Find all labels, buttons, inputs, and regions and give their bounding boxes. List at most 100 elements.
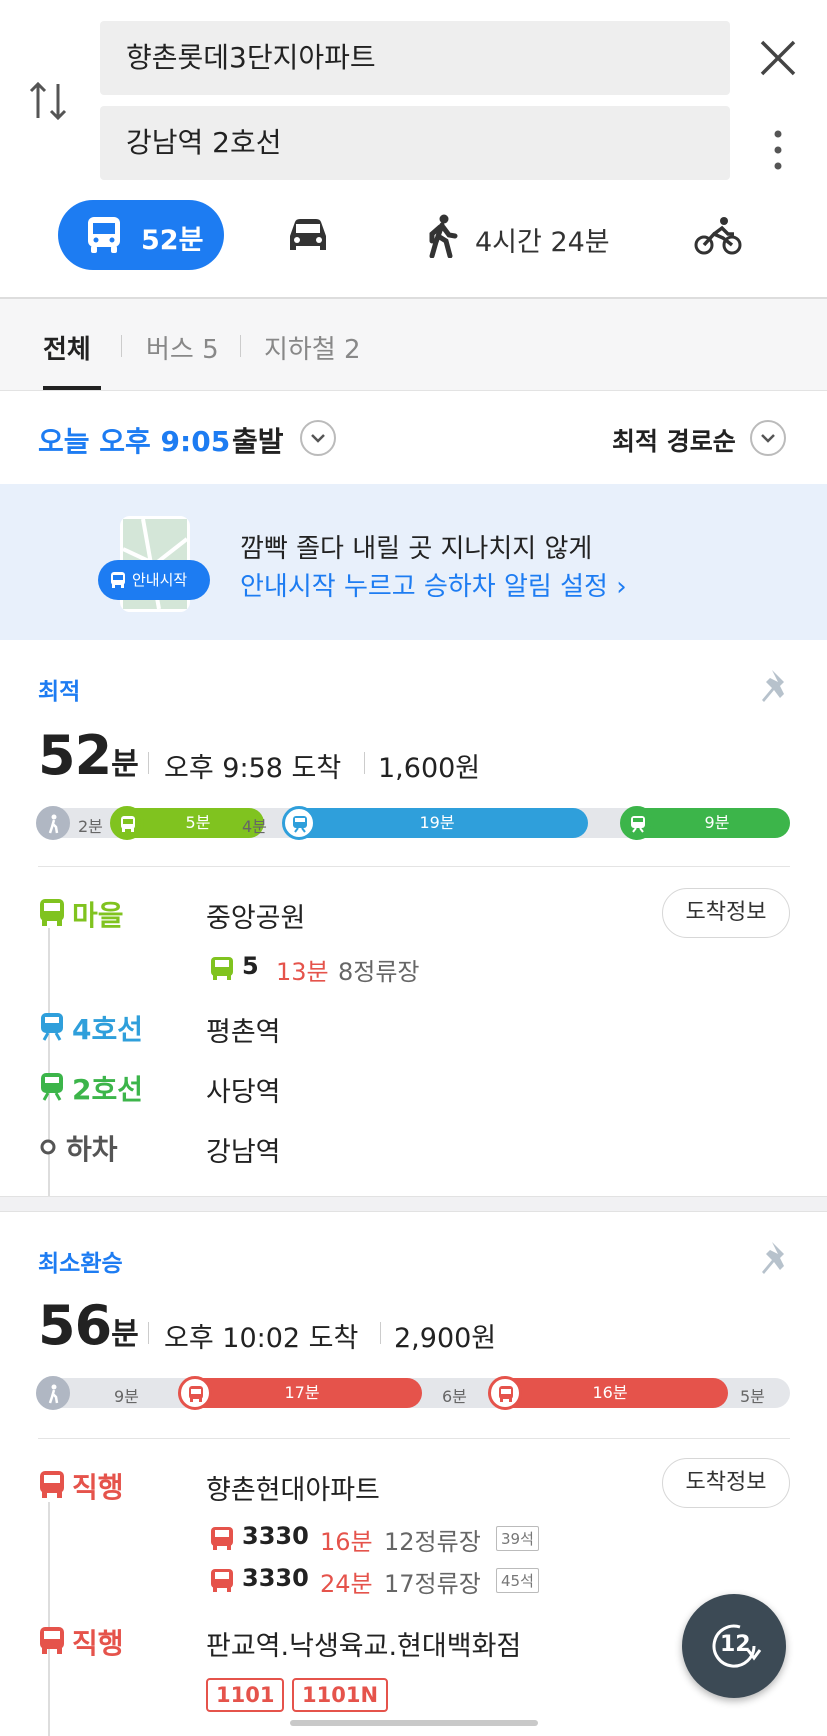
bus-stops: 17정류장 — [384, 1570, 481, 1598]
banner-title: 깜빡 졸다 내릴 곳 지나치지 않게 — [240, 534, 593, 564]
mode-transit-button[interactable]: 52분 — [58, 200, 224, 270]
tab-separator — [240, 335, 241, 357]
subway-icon — [620, 806, 654, 840]
bus-detail-row: 3330 24분 17정류장 45석 — [210, 1564, 570, 1598]
origin-input[interactable]: 향촌롯데3단지아파트 — [100, 21, 730, 95]
arrival-time: 오후 10:02 도착 — [164, 1323, 359, 1354]
departure-chevron-down-icon[interactable] — [300, 420, 336, 456]
route-timeline: 9분 17분 6분 16분 5분 — [36, 1376, 790, 1410]
route-type: 최적 — [38, 679, 81, 705]
separator — [148, 752, 149, 774]
guide-start-button[interactable]: 안내시작 — [98, 560, 210, 600]
filter-tabs: 전체 버스 5 지하철 2 — [0, 299, 827, 391]
leg-stop: 평촌역 — [206, 1017, 281, 1048]
refresh-button[interactable]: 12 — [682, 1594, 786, 1698]
walk-duration: 5분 — [740, 1387, 765, 1406]
transfer-duration: 4분 — [242, 817, 267, 836]
walk-time[interactable]: 4시간 24분 — [475, 220, 610, 259]
leg-stop: 강남역 — [206, 1137, 281, 1168]
bus-icon — [40, 899, 64, 926]
walk-duration: 2분 — [78, 817, 103, 836]
route-tags: 1101 1101N — [206, 1678, 506, 1714]
line4-segment: 19분 — [286, 808, 588, 838]
departure-row: 오늘 오후 9:05 출발 최적 경로순 — [0, 392, 827, 484]
home-indicator — [290, 1720, 538, 1726]
walk-duration: 9분 — [114, 1387, 139, 1406]
bus-icon — [40, 1627, 64, 1654]
bus-wait: 13분 — [276, 958, 329, 986]
fare: 2,900원 — [394, 1323, 497, 1354]
more-icon[interactable] — [766, 126, 790, 174]
subway-icon — [41, 1013, 63, 1041]
pin-icon[interactable] — [760, 1240, 792, 1280]
banner-link[interactable]: 안내시작 누르고 승하차 알림 설정 › — [240, 566, 627, 603]
divider — [38, 866, 790, 867]
bus-stops: 8정류장 — [338, 958, 420, 986]
bus-icon — [211, 1569, 233, 1592]
guide-start-label: 안내시작 — [132, 571, 188, 589]
walk-icon[interactable] — [424, 214, 460, 258]
bus-icon — [211, 1527, 233, 1550]
bus-number[interactable]: 3330 — [242, 1522, 309, 1550]
separator — [148, 1322, 149, 1344]
car-icon[interactable] — [286, 216, 330, 256]
guide-banner[interactable]: 안내시작 깜빡 졸다 내릴 곳 지나치지 않게 안내시작 누르고 승하차 알림 … — [0, 484, 827, 640]
sort-chevron-down-icon[interactable] — [750, 420, 786, 456]
express-bus-segment: 16분 — [492, 1378, 728, 1408]
total-time: 52분 — [38, 724, 139, 787]
seat-badge: 39석 — [496, 1526, 539, 1551]
active-tab-indicator — [43, 386, 101, 390]
route-line — [48, 1502, 50, 1736]
arrival-info-button[interactable]: 도착정보 — [662, 888, 790, 938]
bus-icon — [110, 806, 144, 840]
departure-suffix: 출발 — [232, 425, 284, 458]
close-icon[interactable] — [756, 36, 800, 80]
search-header: 향촌롯데3단지아파트 강남역 2호선 52분 4시간 24분 — [0, 0, 827, 299]
fare: 1,600원 — [378, 753, 481, 784]
bus-detail-row: 3330 16분 12정류장 39석 — [210, 1522, 570, 1556]
pin-icon[interactable] — [760, 668, 792, 708]
card-separator — [0, 1196, 827, 1212]
leg-stop: 판교역.낙생육교.현대백화점 — [206, 1631, 522, 1662]
leg-stop: 향촌현대아파트 — [206, 1475, 380, 1506]
walk-icon — [36, 806, 70, 840]
departure-time[interactable]: 오늘 오후 9:05 — [38, 420, 230, 460]
subway-icon — [41, 1073, 63, 1101]
separator — [364, 752, 365, 774]
route-timeline: 2분 5분 4분 19분 9분 — [36, 806, 790, 840]
divider — [38, 1438, 790, 1439]
route-tag[interactable]: 1101 — [206, 1678, 285, 1712]
refresh-label: 12 — [720, 1632, 751, 1657]
destination-input[interactable]: 강남역 2호선 — [100, 106, 730, 180]
bus-icon — [178, 1376, 212, 1410]
arrival-info-button[interactable]: 도착정보 — [662, 1458, 790, 1508]
bus-wait: 16분 — [320, 1528, 373, 1556]
transit-time: 52분 — [141, 225, 204, 256]
tab-bus[interactable]: 버스 5 — [146, 329, 219, 366]
bus-number[interactable]: 3330 — [242, 1564, 309, 1592]
transfer-duration: 6분 — [442, 1387, 467, 1406]
tab-subway[interactable]: 지하철 2 — [264, 329, 361, 366]
mode-tabs: 52분 4시간 24분 — [0, 200, 827, 272]
route-card[interactable]: 최적 52분 오후 9:58 도착 1,600원 2분 5분 4분 19분 9분… — [0, 642, 827, 1198]
bus-detail-row: 5 13분 8정류장 — [210, 952, 510, 986]
separator — [380, 1322, 381, 1344]
subway-icon — [282, 806, 316, 840]
route-tag[interactable]: 1101N — [292, 1678, 389, 1712]
bus-wait: 24분 — [320, 1570, 373, 1598]
bus-number[interactable]: 5 — [242, 952, 259, 980]
bus-icon — [488, 1376, 522, 1410]
bus-stops: 12정류장 — [384, 1528, 481, 1556]
walk-icon — [36, 1376, 70, 1410]
total-time: 56분 — [38, 1294, 139, 1357]
leg-stop: 중앙공원 — [206, 903, 306, 934]
sort-label[interactable]: 최적 경로순 — [612, 422, 736, 458]
bus-icon — [111, 572, 125, 588]
tab-all[interactable]: 전체 — [43, 329, 91, 366]
swap-icon[interactable] — [28, 78, 72, 124]
circle-icon — [40, 1139, 56, 1155]
bike-icon[interactable] — [694, 216, 742, 256]
bus-icon — [40, 1471, 64, 1498]
arrival-time: 오후 9:58 도착 — [164, 753, 342, 784]
tab-separator — [121, 335, 122, 357]
